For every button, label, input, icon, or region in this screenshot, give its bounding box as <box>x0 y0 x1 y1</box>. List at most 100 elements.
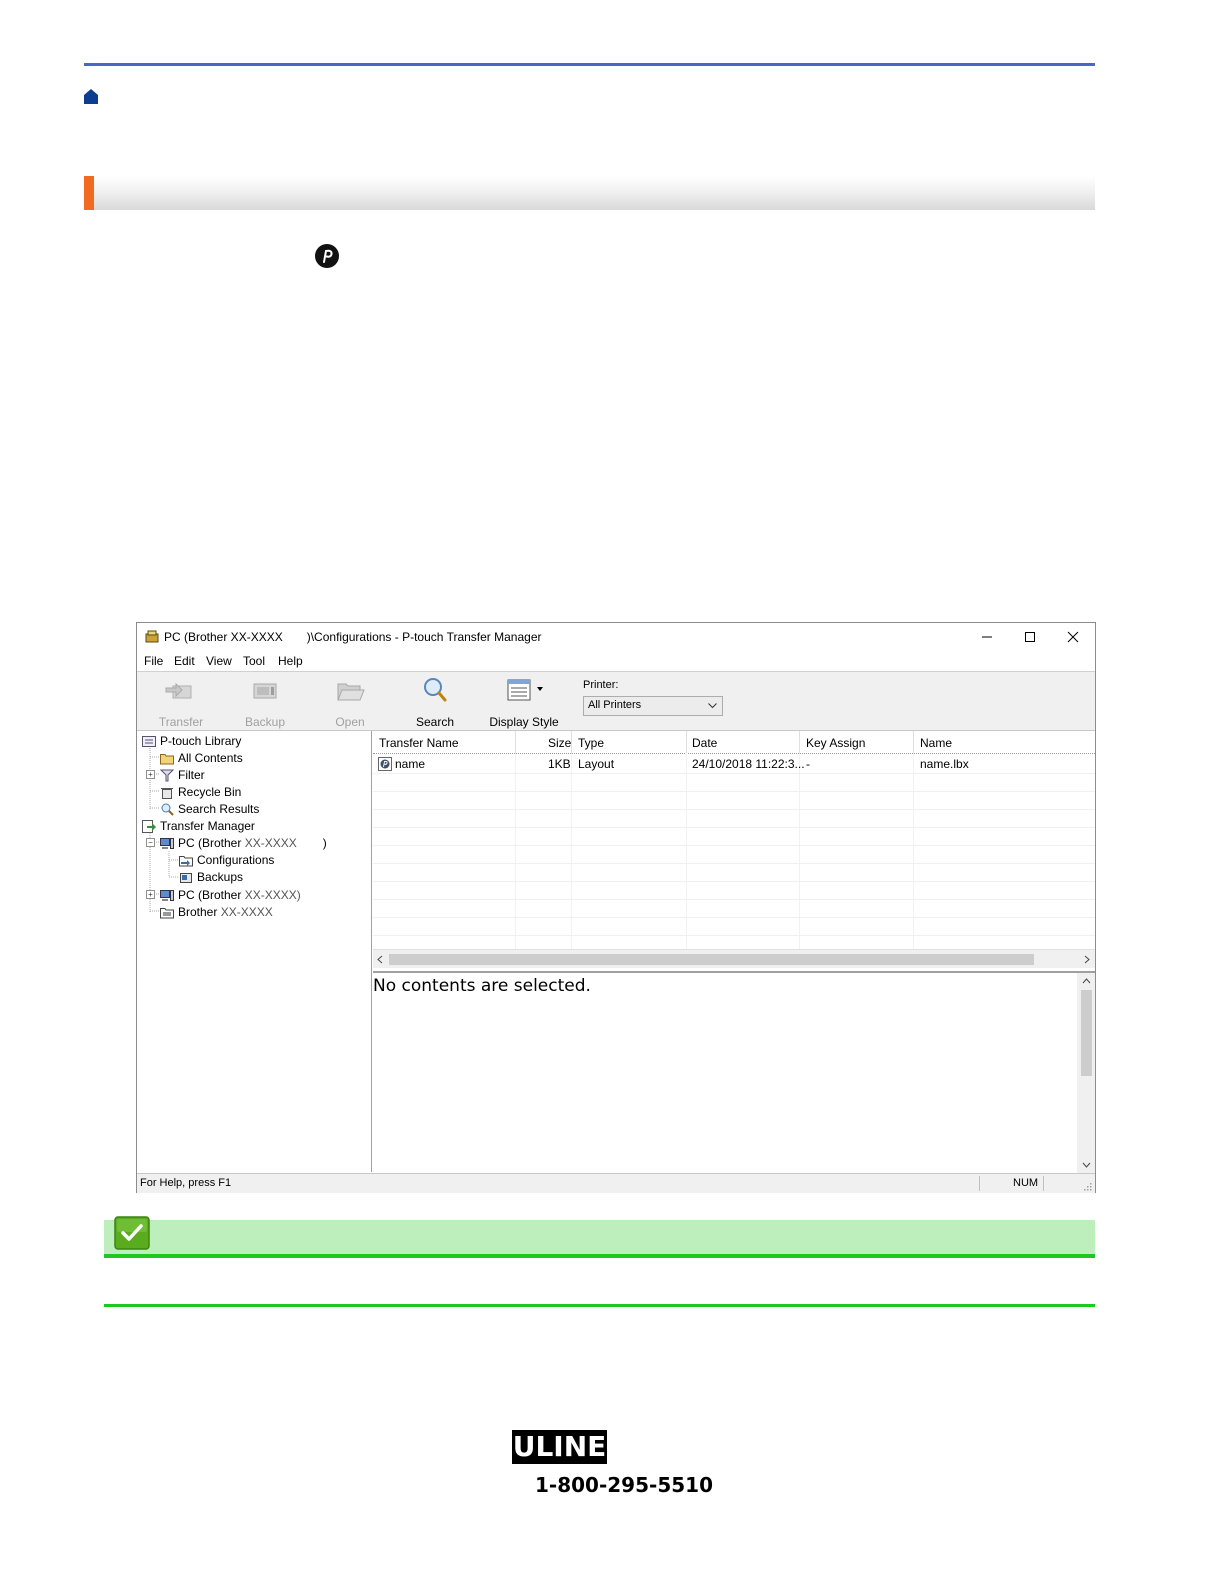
maximize-button[interactable] <box>1008 623 1052 651</box>
status-num-indicator: NUM <box>1013 1177 1039 1189</box>
grid-line <box>373 809 1095 810</box>
column-divider[interactable] <box>686 731 687 753</box>
preview-message: No contents are selected. <box>373 976 591 996</box>
tree-label: Recycle Bin <box>178 785 242 799</box>
backup-button[interactable]: Backup <box>229 676 301 729</box>
transfer-icon <box>165 682 192 699</box>
tree-label-suffix: ) <box>322 836 327 850</box>
grid-line <box>373 863 1095 864</box>
menu-view[interactable]: View <box>206 654 232 668</box>
display-style-icon <box>507 679 543 701</box>
printer-select[interactable]: All Printers <box>583 696 723 716</box>
cell-key-assign: - <box>806 757 810 771</box>
scroll-down-icon[interactable] <box>1082 1161 1091 1169</box>
tree-item-recycle-bin[interactable]: Recycle Bin <box>160 784 241 800</box>
column-header-transfer-name[interactable]: Transfer Name <box>379 736 459 750</box>
table-row[interactable]: name 1KB Layout 24/10/2018 11:22:3... - … <box>373 755 1095 773</box>
grid-line <box>799 753 800 949</box>
status-bar: For Help, press F1 NUM <box>137 1173 1095 1193</box>
tree-item-transfer-manager[interactable]: Transfer Manager <box>142 818 255 834</box>
tree-item-pc-brother-2[interactable]: PC (Brother XX-XXXX) <box>160 887 301 903</box>
tree-label: P-touch Library <box>160 734 242 748</box>
list-header: Transfer Name Size Type Date Key Assign … <box>373 731 1095 754</box>
tree-label: Backups <box>197 870 244 884</box>
status-help-text: For Help, press F1 <box>140 1177 232 1189</box>
close-button[interactable] <box>1051 623 1095 651</box>
open-button[interactable]: Open <box>314 676 386 729</box>
menu-file[interactable]: File <box>144 654 163 668</box>
column-header-size[interactable]: Size <box>548 736 571 750</box>
tree-label: Transfer Manager <box>160 819 255 833</box>
column-divider[interactable] <box>515 731 516 753</box>
tree-label-model: XX-XXXX) <box>244 888 301 902</box>
tree-item-configurations[interactable]: Configurations <box>179 852 274 868</box>
display-style-button[interactable]: Display Style <box>484 676 564 729</box>
printer-label: Printer: <box>583 679 619 691</box>
column-header-name[interactable]: Name <box>920 736 952 750</box>
tree-label-model: XX-XXXX <box>220 905 273 919</box>
search-icon <box>424 678 447 702</box>
vertical-scrollbar[interactable] <box>1077 973 1095 1174</box>
vertical-scroll-thumb[interactable] <box>1081 990 1092 1076</box>
horizontal-scrollbar[interactable] <box>373 949 1095 968</box>
section-accent <box>84 176 94 210</box>
status-divider <box>1043 1176 1044 1191</box>
grid-line <box>373 845 1095 846</box>
expand-toggle[interactable]: + <box>146 890 155 899</box>
cell-name: name.lbx <box>920 757 969 771</box>
column-header-type[interactable]: Type <box>578 736 604 750</box>
uline-phone: 1-800-295-5510 <box>535 1473 713 1497</box>
tree-label: PC (Brother <box>178 888 242 902</box>
column-header-date[interactable]: Date <box>692 736 717 750</box>
column-header-key-assign[interactable]: Key Assign <box>806 736 865 750</box>
chevron-down-icon <box>708 703 717 709</box>
recycle-bin-icon <box>161 787 173 799</box>
menu-edit[interactable]: Edit <box>174 654 195 668</box>
column-divider[interactable] <box>913 731 914 753</box>
search-button[interactable]: Search <box>399 676 471 729</box>
printer-folder-icon <box>160 907 174 918</box>
transfer-manager-icon <box>142 819 156 833</box>
cell-transfer-name: name <box>395 757 426 771</box>
menu-bar: File Edit View Tool Help <box>137 651 1095 672</box>
tree-item-brother-printer[interactable]: Brother XX-XXXX <box>160 904 273 920</box>
scroll-right-icon[interactable] <box>1083 955 1091 964</box>
grid-line <box>913 753 914 949</box>
cell-date: 24/10/2018 11:22:3... <box>692 757 805 771</box>
tree-label: All Contents <box>178 751 243 765</box>
search-results-icon <box>161 803 174 816</box>
minimize-button[interactable] <box>965 623 1009 651</box>
grid-line <box>373 827 1095 828</box>
resize-grip-icon[interactable] <box>1082 1181 1092 1191</box>
cell-size: 1KB <box>548 757 571 771</box>
grid-line <box>373 917 1095 918</box>
tree-item-backups[interactable]: Backups <box>179 869 243 885</box>
expand-toggle[interactable]: + <box>146 770 155 779</box>
tree-label: Brother <box>178 905 218 919</box>
menu-tool[interactable]: Tool <box>243 654 265 668</box>
tree-item-search-results[interactable]: Search Results <box>160 801 259 817</box>
column-divider[interactable] <box>571 731 572 753</box>
printer-select-value: All Printers <box>588 699 642 711</box>
tree-item-all-contents[interactable]: All Contents <box>160 750 243 766</box>
title-bar[interactable]: PC (Brother XX-XXXX)\Configurations - P-… <box>137 623 1095 651</box>
backup-icon <box>253 683 277 699</box>
scroll-left-icon[interactable] <box>376 955 384 964</box>
transfer-button[interactable]: Transfer <box>145 676 217 729</box>
computer-icon <box>160 889 174 901</box>
tree-item-pc-brother[interactable]: PC (Brother XX-XXXX) <box>160 835 327 851</box>
tree-item-filter[interactable]: Filter <box>160 767 205 783</box>
tree-label-model: XX-XXXX <box>244 836 297 850</box>
cell-type: Layout <box>578 757 615 771</box>
horizontal-scroll-thumb[interactable] <box>389 954 1034 965</box>
menu-help[interactable]: Help <box>278 654 303 668</box>
grid-line <box>515 753 516 949</box>
home-icon[interactable] <box>84 88 98 104</box>
scroll-up-icon[interactable] <box>1082 977 1091 985</box>
collapse-toggle[interactable]: − <box>146 838 155 847</box>
tree-label: PC (Brother <box>178 836 242 850</box>
tree-item-ptouch-library[interactable]: P-touch Library <box>142 733 241 749</box>
tree-label: Configurations <box>197 853 275 867</box>
library-icon <box>142 735 156 747</box>
column-divider[interactable] <box>799 731 800 753</box>
